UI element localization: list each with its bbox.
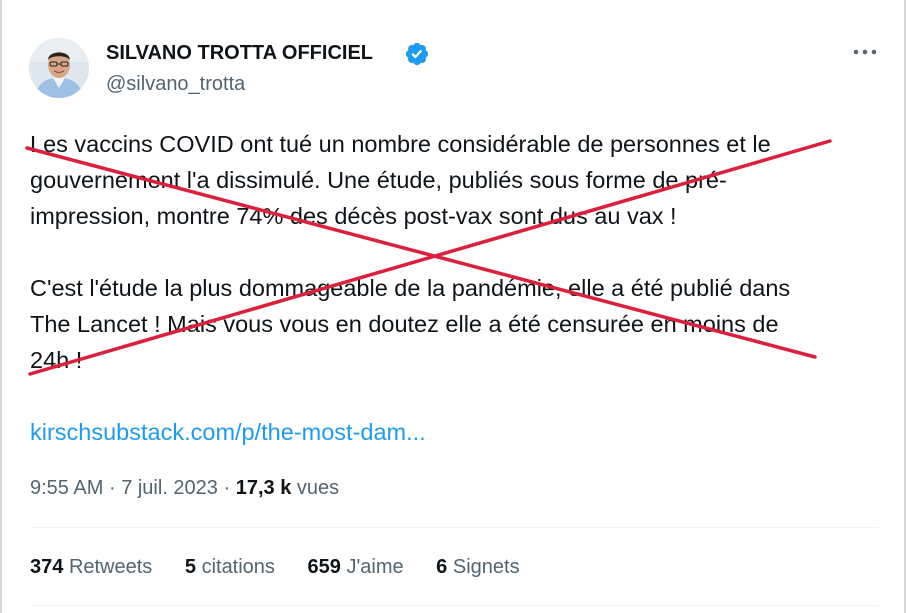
divider xyxy=(30,605,878,606)
stat-count: 6 xyxy=(436,556,448,578)
author-handle[interactable]: @silvano_trotta xyxy=(106,71,245,97)
stat-count: 374 xyxy=(30,556,64,578)
retweets-stat[interactable]: 374 Retweets xyxy=(30,553,152,581)
tweet-time[interactable]: 9:55 AM xyxy=(30,477,103,499)
tweet-metadata: 9:55 AM · 7 juil. 2023 · 17,3 k vues xyxy=(30,474,339,502)
tweet-line: gouvernement l'a dissimulé. Une étude, p… xyxy=(30,167,727,193)
meta-separator: · xyxy=(223,477,231,499)
tweet-date[interactable]: 7 juil. 2023 xyxy=(121,477,218,499)
bookmarks-stat[interactable]: 6 Signets xyxy=(436,553,519,581)
stat-label: Signets xyxy=(452,556,520,578)
views-count[interactable]: 17,3 k xyxy=(236,477,292,499)
author-display-name[interactable]: SILVANO TROTTA OFFICIEL xyxy=(106,40,373,66)
stat-count: 5 xyxy=(184,556,196,578)
tweet-line: 24h ! xyxy=(30,347,83,373)
stat-label: citations xyxy=(201,556,275,578)
divider xyxy=(30,527,878,528)
tweet-line: C'est l'étude la plus dommageable de la … xyxy=(30,275,791,301)
verified-badge-icon xyxy=(404,41,430,67)
quotes-stat[interactable]: 5 citations xyxy=(185,553,275,581)
stat-label: J'aime xyxy=(346,556,404,578)
meta-separator: · xyxy=(108,477,116,499)
likes-stat[interactable]: 659 J'aime xyxy=(308,553,404,581)
more-options-icon[interactable] xyxy=(852,40,878,64)
tweet-link[interactable]: kirschsubstack.com/p/the-most-dam... xyxy=(30,414,426,450)
engagement-stats: 374 Retweets 5 citations 659 J'aime 6 Si… xyxy=(30,553,547,581)
tweet-text: Les vaccins COVID ont tué un nombre cons… xyxy=(30,126,880,378)
tweet-line: Les vaccins COVID ont tué un nombre cons… xyxy=(30,131,771,157)
tweet-line: The Lancet ! Mais vous vous en doutez el… xyxy=(30,311,779,337)
stat-label: Retweets xyxy=(68,556,153,578)
views-label: vues xyxy=(296,477,340,499)
tweet-line: impression, montre 74% des décès post-va… xyxy=(30,203,677,229)
avatar[interactable] xyxy=(29,38,89,98)
stat-count: 659 xyxy=(307,556,341,578)
